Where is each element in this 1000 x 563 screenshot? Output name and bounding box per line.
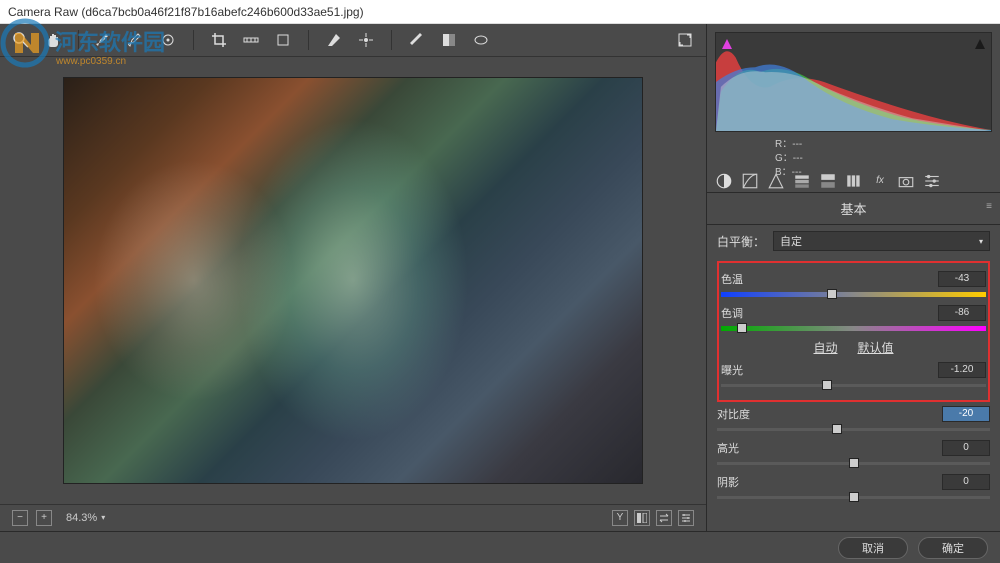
top-toolbar (0, 24, 706, 57)
compare-y-button[interactable]: Y (612, 510, 628, 526)
histogram[interactable] (715, 32, 992, 132)
exposure-value[interactable]: -1.20 (938, 362, 986, 378)
radial-icon[interactable] (472, 31, 490, 49)
wb-label: 白平衡： (717, 233, 765, 250)
highlights-slider[interactable] (717, 458, 990, 468)
auto-link[interactable]: 自动 (813, 339, 837, 356)
contrast-value[interactable]: -20 (942, 406, 990, 422)
highlight-box: 色温 -43 色调 -86 自动 默认值 (717, 261, 990, 402)
fullscreen-icon[interactable] (676, 31, 694, 49)
ok-button[interactable]: 确定 (918, 537, 988, 559)
contrast-label: 对比度 (717, 406, 942, 422)
tint-value[interactable]: -86 (938, 305, 986, 321)
zoom-in-button[interactable]: + (36, 510, 52, 526)
preview-area[interactable] (0, 57, 706, 504)
eyedropper-wb-icon[interactable] (95, 31, 113, 49)
brush-icon[interactable] (408, 31, 426, 49)
crop-icon[interactable] (210, 31, 228, 49)
preview-image (63, 77, 643, 484)
panel-menu-icon[interactable]: ≡ (986, 201, 992, 212)
window-title: Camera Raw (d6ca7bcb0a46f21f87b16abefc24… (8, 5, 364, 19)
compare-split-button[interactable] (634, 510, 650, 526)
gradient-icon[interactable] (440, 31, 458, 49)
zoom-icon[interactable] (12, 31, 30, 49)
compare-swap-button[interactable] (656, 510, 672, 526)
zoom-out-button[interactable]: − (12, 510, 28, 526)
cancel-button[interactable]: 取消 (838, 537, 908, 559)
target-icon[interactable] (159, 31, 177, 49)
temp-value[interactable]: -43 (938, 271, 986, 287)
rgb-readout: R：--- G：--- B：--- (715, 138, 992, 180)
panel-title: 基本 ≡ (707, 193, 1000, 225)
footer: 取消 确定 (0, 531, 1000, 563)
shadows-slider[interactable] (717, 492, 990, 502)
hand-icon[interactable] (44, 31, 62, 49)
zoom-select[interactable]: 84.3%▾ (66, 512, 105, 524)
shadow-clip-icon[interactable] (720, 37, 734, 51)
window-titlebar: Camera Raw (d6ca7bcb0a46f21f87b16abefc24… (0, 0, 1000, 24)
contrast-slider[interactable] (717, 424, 990, 434)
highlights-value[interactable]: 0 (942, 440, 990, 456)
redeye-icon[interactable] (357, 31, 375, 49)
default-link[interactable]: 默认值 (858, 339, 894, 356)
tint-label: 色调 (721, 305, 938, 321)
wb-select[interactable]: 自定▾ (773, 231, 990, 251)
histogram-area: R：--- G：--- B：--- (707, 24, 1000, 169)
shadows-label: 阴影 (717, 474, 942, 490)
exposure-slider[interactable] (721, 380, 986, 390)
eyedropper-color-icon[interactable] (127, 31, 145, 49)
temp-label: 色温 (721, 271, 938, 287)
bottom-bar: − + 84.3%▾ Y (0, 504, 706, 531)
shadows-value[interactable]: 0 (942, 474, 990, 490)
highlight-clip-icon[interactable] (973, 37, 987, 51)
temp-slider[interactable] (721, 289, 986, 299)
transform-icon[interactable] (274, 31, 292, 49)
tint-slider[interactable] (721, 323, 986, 333)
straighten-icon[interactable] (242, 31, 260, 49)
preview-settings-button[interactable] (678, 510, 694, 526)
highlights-label: 高光 (717, 440, 942, 456)
spot-removal-icon[interactable] (325, 31, 343, 49)
exposure-label: 曝光 (721, 362, 938, 378)
